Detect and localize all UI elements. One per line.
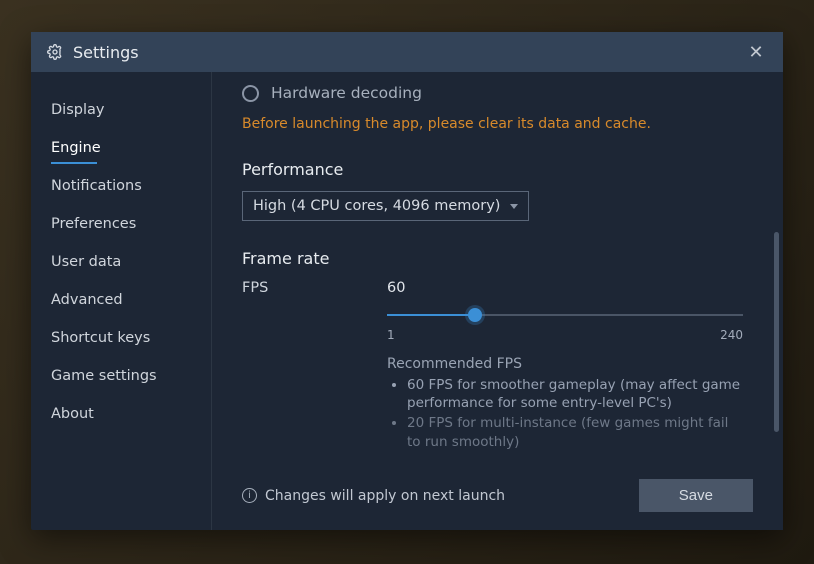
sidebar-item-label: Engine: [51, 140, 101, 156]
performance-value: High (4 CPU cores, 4096 memory): [253, 198, 500, 214]
slider-range: 1 240: [387, 328, 743, 342]
fps-slider[interactable]: [387, 308, 743, 322]
recommended-title: Recommended FPS: [387, 356, 743, 372]
rec-item: 60 FPS for smoother gameplay (may affect…: [407, 376, 743, 412]
sidebar: Display Engine Notifications Preferences…: [31, 72, 212, 530]
sidebar-item-label: User data: [51, 254, 121, 270]
chevron-down-icon: [510, 204, 518, 209]
sidebar-item-label: Game settings: [51, 368, 157, 384]
save-button[interactable]: Save: [639, 479, 753, 512]
sidebar-item-label: Shortcut keys: [51, 330, 150, 346]
modal-body: Display Engine Notifications Preferences…: [31, 72, 783, 530]
fps-block: 60 1 240 Recommended FPS 60 FPS for smoo…: [387, 280, 743, 453]
fps-value: 60: [387, 280, 743, 296]
sidebar-item-user-data[interactable]: User data: [31, 244, 211, 280]
sidebar-item-shortcut-keys[interactable]: Shortcut keys: [31, 320, 211, 356]
content-panel: Hardware decoding Before launching the a…: [212, 72, 783, 530]
scrollbar[interactable]: [774, 232, 779, 432]
fps-min: 1: [387, 328, 395, 342]
sidebar-item-label: About: [51, 406, 94, 422]
performance-select[interactable]: High (4 CPU cores, 4096 memory): [242, 191, 529, 221]
sidebar-item-display[interactable]: Display: [31, 92, 211, 128]
sidebar-item-about[interactable]: About: [31, 396, 211, 432]
footer-note: i Changes will apply on next launch: [242, 488, 505, 504]
sidebar-item-label: Notifications: [51, 178, 142, 194]
rec-item: 20 FPS for multi-instance (few games mig…: [407, 414, 743, 450]
fps-label: FPS: [242, 280, 387, 296]
footer-note-text: Changes will apply on next launch: [265, 488, 505, 504]
sidebar-item-game-settings[interactable]: Game settings: [31, 358, 211, 394]
slider-fill: [387, 314, 475, 316]
sidebar-item-engine[interactable]: Engine: [31, 130, 211, 166]
sidebar-item-notifications[interactable]: Notifications: [31, 168, 211, 204]
warning-text: Before launching the app, please clear i…: [242, 116, 743, 132]
radio-icon: [242, 85, 259, 102]
sidebar-item-label: Display: [51, 102, 104, 118]
titlebar: Settings ✕: [31, 32, 783, 72]
settings-modal: Settings ✕ Display Engine Notifications …: [31, 32, 783, 530]
close-icon[interactable]: ✕: [745, 41, 767, 63]
frame-rate-title: Frame rate: [242, 249, 743, 268]
hardware-decoding-label: Hardware decoding: [271, 84, 422, 102]
hardware-decoding-option[interactable]: Hardware decoding: [242, 84, 743, 102]
recommended-list: 60 FPS for smoother gameplay (may affect…: [387, 376, 743, 451]
slider-thumb[interactable]: [468, 308, 482, 322]
modal-title: Settings: [73, 43, 139, 62]
fps-max: 240: [720, 328, 743, 342]
fps-row: FPS 60 1 240 Recommended FPS 60 FPS for …: [242, 280, 743, 453]
sidebar-item-advanced[interactable]: Advanced: [31, 282, 211, 318]
sidebar-item-preferences[interactable]: Preferences: [31, 206, 211, 242]
sidebar-item-label: Advanced: [51, 292, 123, 308]
sidebar-item-label: Preferences: [51, 216, 136, 232]
gear-icon: [47, 44, 63, 60]
footer: i Changes will apply on next launch Save: [212, 465, 783, 530]
performance-title: Performance: [242, 160, 743, 179]
info-icon: i: [242, 488, 257, 503]
